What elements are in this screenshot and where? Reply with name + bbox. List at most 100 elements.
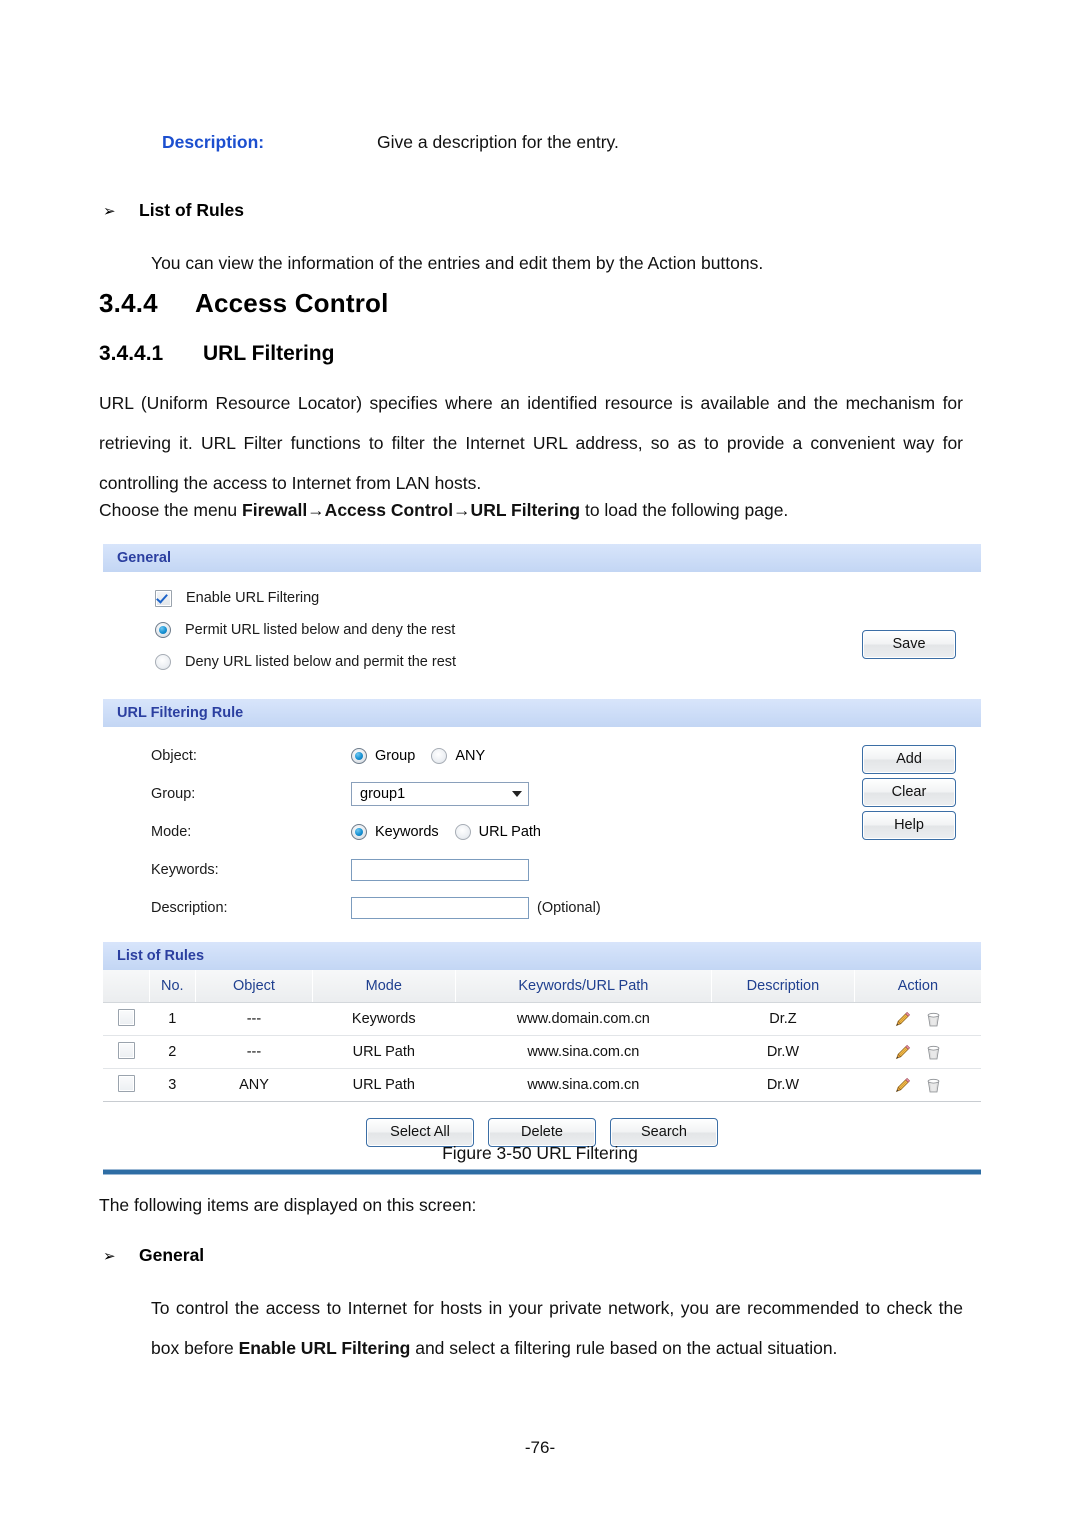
general-section-header: General <box>103 543 981 572</box>
chevron-down-icon <box>512 791 522 797</box>
section-heading-access-control: 3.4.4 Access Control <box>99 288 389 319</box>
subsection-heading-url-filtering: 3.4.4.1 URL Filtering <box>99 342 334 366</box>
mode-row: Mode: Keywords URL Path <box>103 813 981 851</box>
table-row: 1 --- Keywords www.domain.com.cn Dr.Z <box>103 1002 981 1036</box>
edit-pencil-icon[interactable] <box>893 1076 912 1095</box>
row-mode: URL Path <box>312 1068 456 1102</box>
edit-pencil-icon[interactable] <box>893 1043 912 1062</box>
list-of-rules-paragraph: You can view the information of the entr… <box>151 253 764 273</box>
mode-urlpath-label: URL Path <box>478 824 541 840</box>
enable-url-filtering-checkbox[interactable] <box>155 589 172 607</box>
column-header-object: Object <box>195 970 313 1003</box>
rule-description-row: Description: (Optional) <box>103 889 981 927</box>
row-checkbox[interactable] <box>117 1041 135 1059</box>
choose-menu-paragraph: Choose the menu Firewall→Access Control→… <box>99 490 969 530</box>
row-action <box>854 1068 981 1102</box>
row-keywords: www.sina.com.cn <box>455 1068 712 1102</box>
group-row: Group: group1 <box>103 775 981 813</box>
section-title: Access Control <box>195 288 389 318</box>
row-description: Dr.Z <box>711 1002 855 1036</box>
row-no: 1 <box>149 1002 196 1036</box>
permit-url-radio[interactable] <box>155 622 171 638</box>
row-no: 2 <box>149 1035 196 1069</box>
row-select-cell <box>103 1035 150 1069</box>
object-label: Object: <box>151 748 197 764</box>
general-description-paragraph: To control the access to Internet for ho… <box>151 1288 963 1368</box>
mode-keywords-radio[interactable] <box>351 824 367 840</box>
section-number: 3.4.4 <box>99 288 158 318</box>
edit-pencil-icon[interactable] <box>893 1010 912 1029</box>
column-header-keywords-url-path: Keywords/URL Path <box>455 970 713 1003</box>
group-select[interactable]: group1 <box>351 782 529 806</box>
row-keywords: www.sina.com.cn <box>455 1035 712 1069</box>
permit-url-label: Permit URL listed below and deny the res… <box>185 622 456 638</box>
rules-table: No. Object Mode Keywords/URL Path Descri… <box>103 970 981 1102</box>
table-row: 3 ANY URL Path www.sina.com.cn Dr.W <box>103 1068 981 1102</box>
page-number: -76- <box>524 1438 556 1457</box>
choose-menu-path: Firewall→Access Control→URL Filtering <box>242 500 581 520</box>
figure-caption: Figure 3-50 URL Filtering <box>442 1143 638 1163</box>
mode-label: Mode: <box>151 824 192 840</box>
delete-trash-icon[interactable] <box>924 1076 943 1095</box>
bullet-general: ➢ General <box>103 1245 204 1266</box>
keywords-input[interactable] <box>351 859 529 881</box>
group-select-value: group1 <box>360 786 406 802</box>
object-group-radio[interactable] <box>351 748 367 764</box>
row-checkbox[interactable] <box>117 1074 135 1092</box>
list-of-rules-section-header: List of Rules <box>103 941 981 970</box>
rule-description-label: Description: <box>151 900 228 916</box>
row-select-cell <box>103 1002 150 1036</box>
object-group-label: Group <box>375 748 416 764</box>
delete-trash-icon[interactable] <box>924 1043 943 1062</box>
row-object: --- <box>195 1035 313 1069</box>
description-definition-row: Description: Give a description for the … <box>162 122 619 163</box>
following-items-paragraph: The following items are displayed on thi… <box>99 1195 477 1215</box>
description-definition-text: Give a description for the entry. <box>377 132 619 152</box>
row-action <box>854 1002 981 1036</box>
clear-button[interactable]: Clear <box>862 778 956 807</box>
help-button[interactable]: Help <box>862 811 956 840</box>
description-term-label: Description: <box>162 132 265 152</box>
url-filtering-screenshot: General Enable URL Filtering Permit URL … <box>103 543 981 1175</box>
deny-rule-row: Deny URL listed below and permit the res… <box>103 646 981 678</box>
row-object: ANY <box>195 1068 313 1102</box>
row-description: Dr.W <box>711 1068 855 1102</box>
row-description: Dr.W <box>711 1035 855 1069</box>
column-header-description: Description <box>711 970 855 1003</box>
row-select-cell <box>103 1068 150 1102</box>
choose-menu-suffix: to load the following page. <box>580 500 789 520</box>
deny-url-label: Deny URL listed below and permit the res… <box>185 654 457 670</box>
enable-url-filtering-row: Enable URL Filtering <box>103 582 981 614</box>
subsection-number: 3.4.4.1 <box>99 342 164 365</box>
url-filtering-rule-section-header: URL Filtering Rule <box>103 698 981 727</box>
bullet-general-label: General <box>139 1245 205 1265</box>
rules-table-header-row: No. Object Mode Keywords/URL Path Descri… <box>103 970 981 1003</box>
arrow-bullet-icon: ➢ <box>103 203 116 220</box>
row-action <box>854 1035 981 1069</box>
mode-keywords-label: Keywords <box>375 824 439 840</box>
bullet-list-of-rules-label: List of Rules <box>139 200 245 220</box>
keywords-row: Keywords: <box>103 851 981 889</box>
url-filtering-rule-body: Object: Group ANY Group: group1 Mode: Ke… <box>103 727 981 941</box>
keywords-label: Keywords: <box>151 862 219 878</box>
table-row: 2 --- URL Path www.sina.com.cn Dr.W <box>103 1035 981 1069</box>
object-radio-group: Group ANY <box>351 748 485 764</box>
save-button[interactable]: Save <box>862 630 956 659</box>
object-any-radio[interactable] <box>431 748 448 764</box>
row-checkbox[interactable] <box>117 1008 135 1026</box>
object-row: Object: Group ANY <box>103 737 981 775</box>
rule-description-input[interactable] <box>351 897 529 919</box>
permit-rule-row: Permit URL listed below and deny the res… <box>103 614 981 646</box>
column-header-action: Action <box>854 970 981 1003</box>
delete-trash-icon[interactable] <box>924 1010 943 1029</box>
add-button[interactable]: Add <box>862 745 956 774</box>
column-header-checkbox <box>103 970 150 1003</box>
deny-url-radio[interactable] <box>155 654 171 670</box>
mode-urlpath-radio[interactable] <box>454 824 471 840</box>
row-mode: Keywords <box>312 1002 456 1036</box>
optional-note: (Optional) <box>537 900 601 916</box>
row-no: 3 <box>149 1068 196 1102</box>
group-label: Group: <box>151 786 196 802</box>
row-mode: URL Path <box>312 1035 456 1069</box>
row-object: --- <box>195 1002 313 1036</box>
